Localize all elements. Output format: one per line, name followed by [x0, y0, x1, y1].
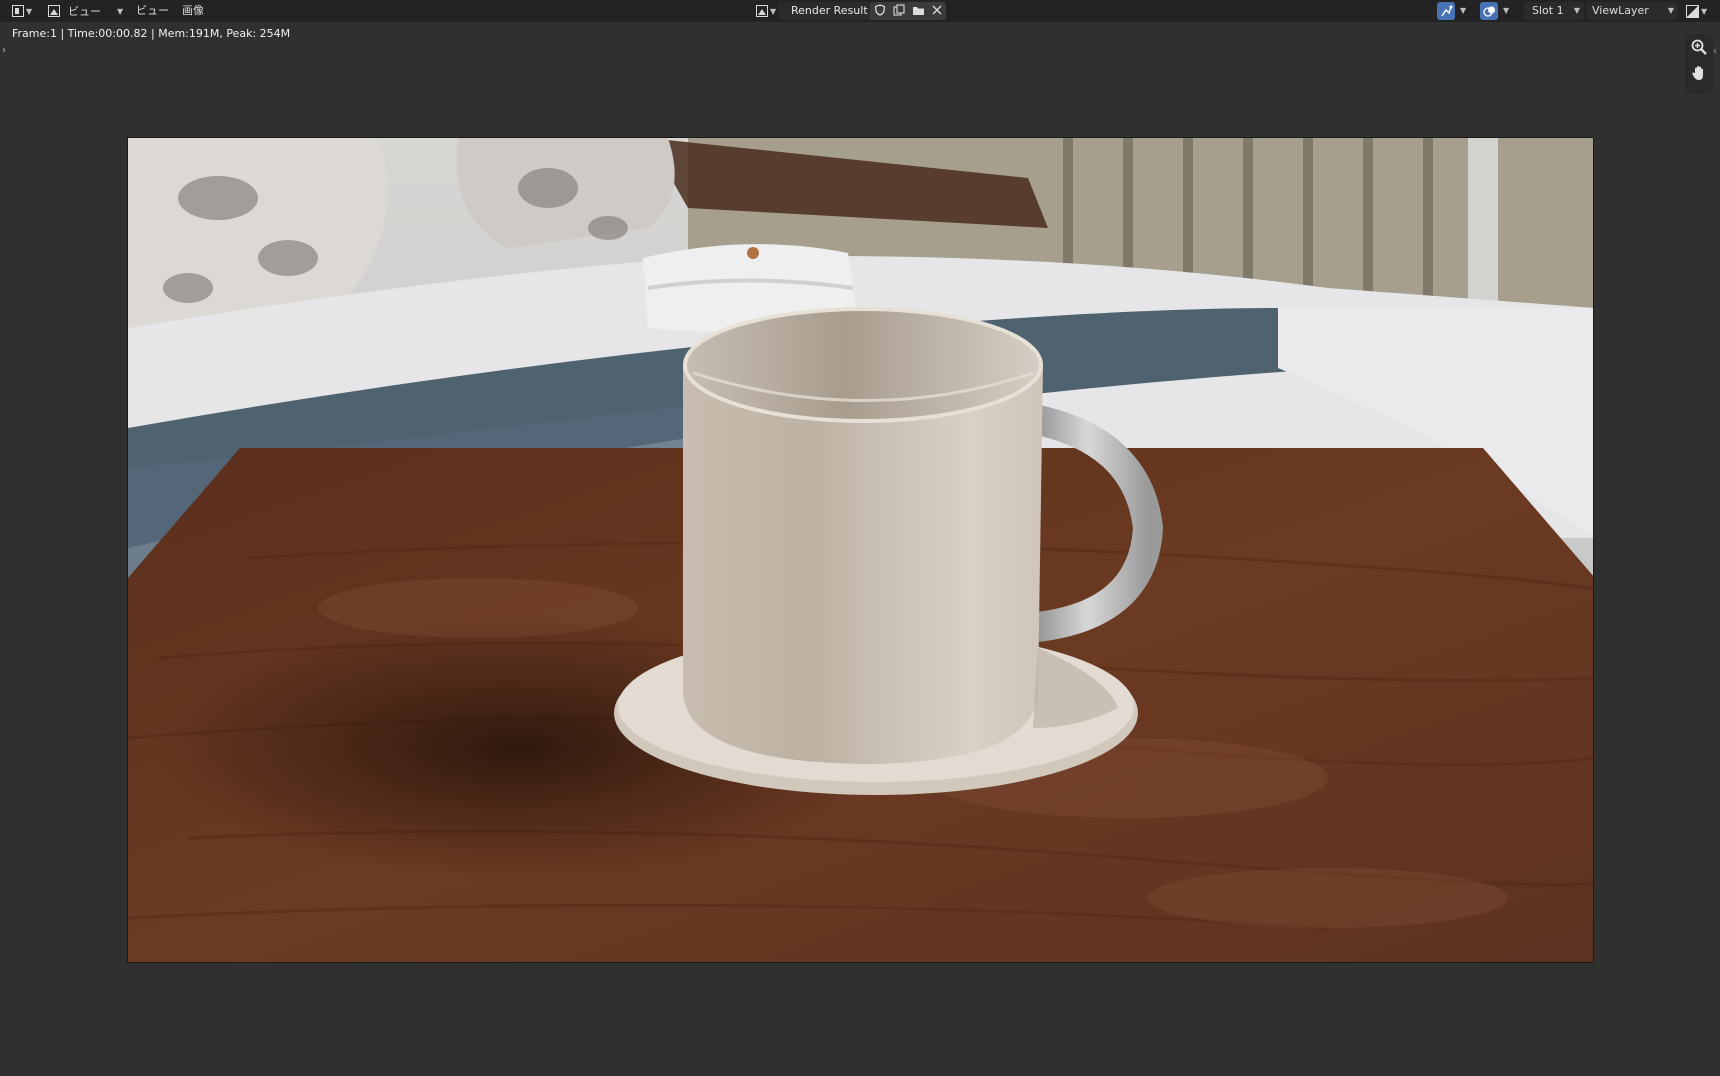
duplicate-icon[interactable] — [893, 3, 905, 19]
render-info: Frame:1 | Time:00:00.82 | Mem:191M, Peak… — [12, 27, 291, 40]
chevron-down-icon: ▼ — [1573, 6, 1580, 15]
chevron-down-icon[interactable]: ▼ — [1460, 6, 1466, 15]
chevron-right-icon[interactable]: › — [2, 45, 6, 56]
browse-image-button[interactable]: ▼ — [756, 3, 776, 19]
image-editor-header: ▼ ビュー ▼ ビュー 画像 ▼ Render Result ▼ ▼ Slot … — [0, 0, 1720, 22]
overlay-icon — [1482, 6, 1495, 17]
render-result-image — [127, 137, 1594, 963]
display-channels-dropdown[interactable]: ▼ — [1686, 3, 1707, 19]
picture-icon — [48, 5, 60, 17]
datablock-buttons — [870, 2, 946, 20]
chevron-down-icon: ▼ — [770, 6, 777, 16]
shield-icon[interactable] — [874, 3, 886, 19]
picture-icon — [756, 5, 768, 17]
view-layer-label: ViewLayer — [1592, 4, 1649, 17]
image-editor-icon — [12, 5, 24, 17]
slot-dropdown[interactable]: Slot 1 ▼ — [1524, 2, 1584, 20]
chevron-down-icon[interactable]: ▼ — [1503, 6, 1509, 15]
folder-icon[interactable] — [912, 4, 925, 19]
chevron-down-icon: ▼ — [117, 6, 124, 16]
slot-label: Slot 1 — [1532, 4, 1564, 17]
close-icon[interactable] — [932, 5, 942, 18]
gizmo-icon — [1440, 5, 1452, 16]
display-channels-icon — [1686, 4, 1699, 18]
hand-icon[interactable] — [1690, 64, 1708, 82]
editor-type-button[interactable]: ▼ — [12, 3, 32, 19]
chevron-left-icon[interactable]: ‹ — [1713, 46, 1717, 57]
overlay-toggle[interactable] — [1480, 2, 1498, 20]
view-mode-label: ビュー — [68, 5, 101, 18]
image-name-field[interactable]: Render Result — [778, 2, 870, 20]
gizmo-toggle[interactable] — [1437, 2, 1455, 20]
chevron-down-icon: ▼ — [1667, 6, 1674, 15]
view-layer-dropdown[interactable]: ViewLayer ▼ — [1586, 2, 1678, 20]
chevron-down-icon: ▼ — [1701, 6, 1708, 16]
zoom-icon[interactable] — [1690, 38, 1708, 56]
view-mode-dropdown[interactable]: ビュー ▼ — [48, 3, 123, 19]
navigation-gizmo — [1685, 34, 1713, 94]
menu-image[interactable]: 画像 — [182, 3, 204, 19]
menu-view[interactable]: ビュー — [136, 3, 169, 19]
chevron-down-icon: ▼ — [26, 6, 33, 16]
